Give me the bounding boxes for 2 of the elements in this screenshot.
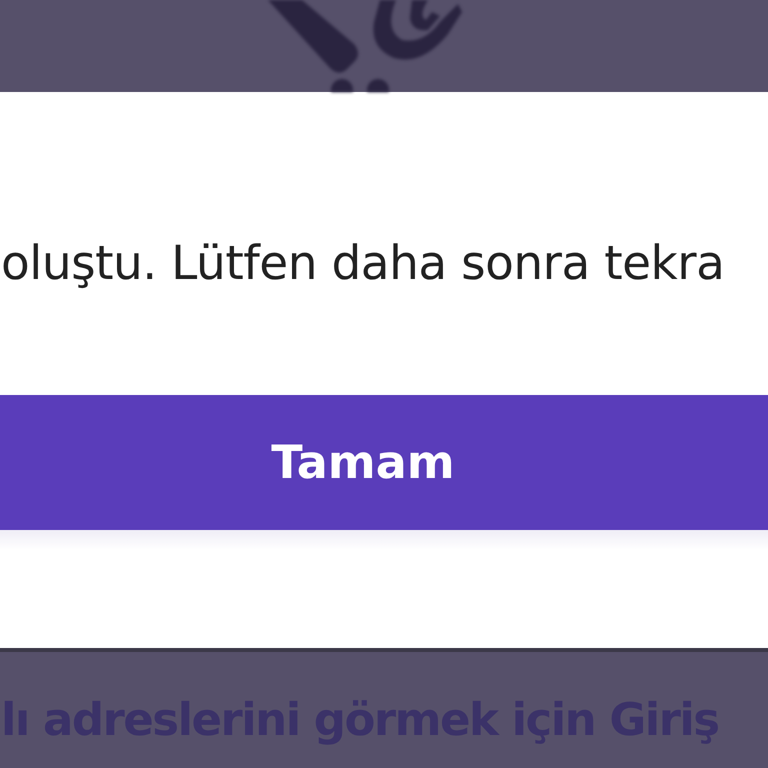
- error-message: oluştu. Lütfen daha sonra tekra: [0, 236, 724, 292]
- ok-button[interactable]: Tamam: [0, 395, 768, 530]
